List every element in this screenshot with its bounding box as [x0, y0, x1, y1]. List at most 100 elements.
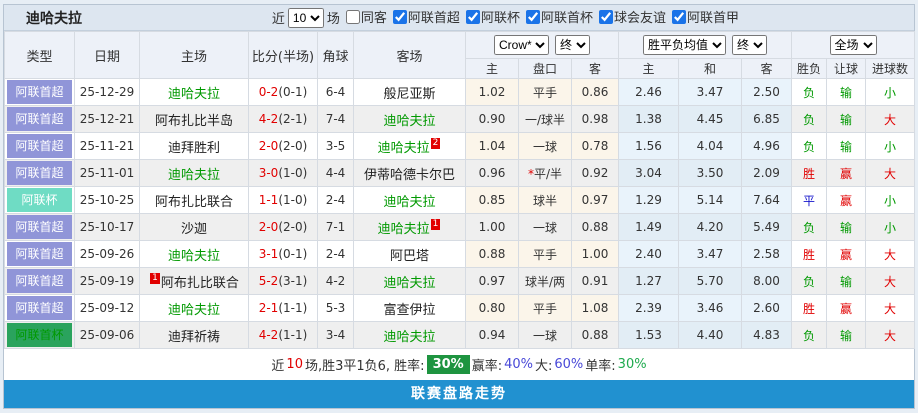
- league-type-badge: 阿联首杯: [7, 323, 72, 347]
- match-row: 阿联首超 25-11-01 迪哈夫拉 3-0(1-0) 4-4 伊蒂哈德卡尔巴 0.96 *平…: [4, 159, 916, 187]
- filter-label: 阿联首杯: [540, 11, 593, 27]
- away-team-name: 迪哈夫拉: [383, 194, 436, 210]
- result-goals-cell: 大: [865, 159, 916, 187]
- fulltime-score: 0-2: [258, 85, 279, 99]
- result-goals-cell: 小: [865, 78, 916, 106]
- euro-stage-select[interactable]: 终: [732, 35, 768, 55]
- match-history-panel: 迪哈夫拉 近 10 场 同客 阿联首超 阿联杯 阿联首杯 球会友谊 阿联首甲 类型 日期 …: [3, 4, 916, 409]
- euro-draw-odds-cell: 5.70: [678, 267, 743, 295]
- filter-item-0[interactable]: 同客: [345, 7, 387, 26]
- asian-home-odds-cell: 0.97: [465, 267, 519, 295]
- league-type-badge: 阿联首超: [7, 269, 72, 293]
- handicap-cell: 平手: [518, 78, 572, 106]
- col-header-home: 主场: [139, 31, 249, 79]
- euro-away-odds-cell: 2.09: [741, 159, 793, 187]
- filter-checkbox[interactable]: [671, 9, 686, 24]
- match-row: 阿联首超 25-09-19 1 阿布扎比联合 5-2(3-1) 4-2 迪哈夫拉 0.97 球半…: [4, 267, 916, 295]
- league-type-cell: 阿联首超: [4, 78, 75, 106]
- result-header-group: 全场: [791, 31, 916, 59]
- halftime-score: (0-1): [278, 85, 308, 99]
- corners-cell: 7-1: [317, 213, 354, 241]
- away-team-name: 迪哈夫拉: [383, 329, 436, 345]
- col-header-date: 日期: [74, 31, 140, 79]
- bookmaker-select[interactable]: Crow*: [494, 35, 549, 55]
- result-handicap-cell: 赢: [826, 186, 867, 214]
- asian-odds-header-group: Crow* 终: [464, 31, 620, 59]
- euro-draw-odds-cell: 4.20: [678, 213, 743, 241]
- asian-away-odds-cell: 1.00: [570, 240, 620, 268]
- score-cell: 2-0(2-0): [248, 213, 318, 241]
- league-type-cell: 阿联首杯: [4, 321, 75, 349]
- asian-away-odds-cell: 0.88: [570, 321, 620, 349]
- result-goals-cell: 大: [865, 105, 916, 133]
- summary-text: 近: [271, 359, 285, 374]
- table-header-row-1: 类型 日期 主场 比分(半场) 角球 客场 Crow* 终 胜平负均值终 全场: [4, 31, 916, 79]
- result-goals-cell: 小: [865, 213, 916, 241]
- euro-home-odds-cell: 2.39: [618, 294, 680, 322]
- asian-home-odds-cell: 0.94: [465, 321, 519, 349]
- corners-cell: 2-4: [317, 186, 354, 214]
- asian-away-odds-cell: 0.97: [570, 186, 620, 214]
- summary-text: 赢率:: [471, 359, 503, 374]
- scope-select[interactable]: 全场: [829, 35, 877, 55]
- result-handicap-cell: 赢: [826, 240, 867, 268]
- home-team-cell: 沙迦: [139, 213, 249, 241]
- match-row: 阿联首超 25-09-12 迪哈夫拉 2-1(1-1) 5-3 富查伊拉 0.80 平手 1.0…: [4, 294, 916, 322]
- euro-away-odds-cell: 2.50: [741, 78, 793, 106]
- home-team-cell: 迪拜胜利: [139, 132, 249, 160]
- home-team-name: 迪哈夫拉: [167, 86, 220, 102]
- home-team-name: 阿布扎比半岛: [154, 113, 233, 129]
- filter-checkbox[interactable]: [345, 9, 360, 24]
- league-trend-button[interactable]: 联赛盘路走势: [4, 380, 914, 408]
- league-type-badge: 阿联杯: [7, 188, 72, 212]
- match-date-cell: 25-11-01: [74, 159, 140, 187]
- summary-text: 40%: [504, 357, 533, 372]
- matches-label: 场: [326, 12, 340, 27]
- corners-cell: 3-4: [317, 321, 354, 349]
- asian-away-odds-cell: 1.08: [570, 294, 620, 322]
- home-team-name: 迪拜祈祷: [167, 329, 220, 345]
- filter-checkbox[interactable]: [392, 9, 407, 24]
- handicap-cell: 一球: [518, 213, 572, 241]
- result-goals-cell: 大: [865, 240, 916, 268]
- away-team-name: 富查伊拉: [383, 302, 436, 318]
- match-row: 阿联杯 25-10-25 阿布扎比联合 1-1(1-0) 2-4 迪哈夫拉 0.85 球半 0.…: [4, 186, 916, 214]
- summary-text: 10: [286, 357, 303, 372]
- euro-away-odds-cell: 2.60: [741, 294, 793, 322]
- league-type-badge: 阿联首超: [7, 161, 72, 185]
- away-team-cell: 迪哈夫拉: [353, 267, 466, 295]
- asian-stage-select[interactable]: 终: [555, 35, 590, 55]
- asian-away-odds-cell: 0.88: [570, 213, 620, 241]
- euro-home-odds-cell: 1.27: [618, 267, 680, 295]
- filter-item-5[interactable]: 阿联首甲: [671, 7, 739, 26]
- euro-away-odds-cell: 2.58: [741, 240, 793, 268]
- filter-item-3[interactable]: 阿联首杯: [525, 7, 593, 27]
- fulltime-score: 2-0: [258, 220, 279, 234]
- euro-home-odds-cell: 2.46: [618, 78, 680, 106]
- subcol-result-handicap: 让球: [826, 58, 867, 79]
- filter-item-1[interactable]: 阿联首超: [392, 7, 460, 26]
- euro-avg-select[interactable]: 胜平负均值: [643, 35, 727, 55]
- away-team-cell: 迪哈夫拉 2: [353, 132, 466, 160]
- match-date-cell: 25-10-25: [74, 186, 140, 214]
- euro-draw-odds-cell: 4.40: [678, 321, 743, 349]
- filter-checkbox[interactable]: [598, 9, 613, 24]
- league-type-cell: 阿联首超: [4, 294, 75, 322]
- asian-home-odds-cell: 0.96: [465, 159, 519, 187]
- filter-checkbox[interactable]: [465, 9, 480, 24]
- score-cell: 4-2(1-1): [248, 321, 318, 349]
- asian-away-odds-cell: 0.92: [570, 159, 620, 187]
- red-card-badge: 2: [430, 137, 441, 149]
- filter-item-4[interactable]: 球会友谊: [598, 7, 666, 26]
- euro-home-odds-cell: 3.04: [618, 159, 680, 187]
- league-type-cell: 阿联首超: [4, 213, 75, 241]
- result-wdl-cell: 胜: [791, 159, 828, 187]
- fulltime-score: 5-2: [258, 274, 279, 288]
- match-count-select[interactable]: 10: [287, 7, 324, 28]
- result-handicap-cell: 赢: [826, 294, 867, 322]
- handicap-cell: *平/半: [518, 159, 572, 187]
- score-cell: 0-2(0-1): [248, 78, 318, 106]
- filter-checkbox[interactable]: [525, 9, 540, 24]
- filter-item-2[interactable]: 阿联杯: [465, 7, 520, 26]
- away-team-name: 伊蒂哈德卡尔巴: [363, 167, 455, 183]
